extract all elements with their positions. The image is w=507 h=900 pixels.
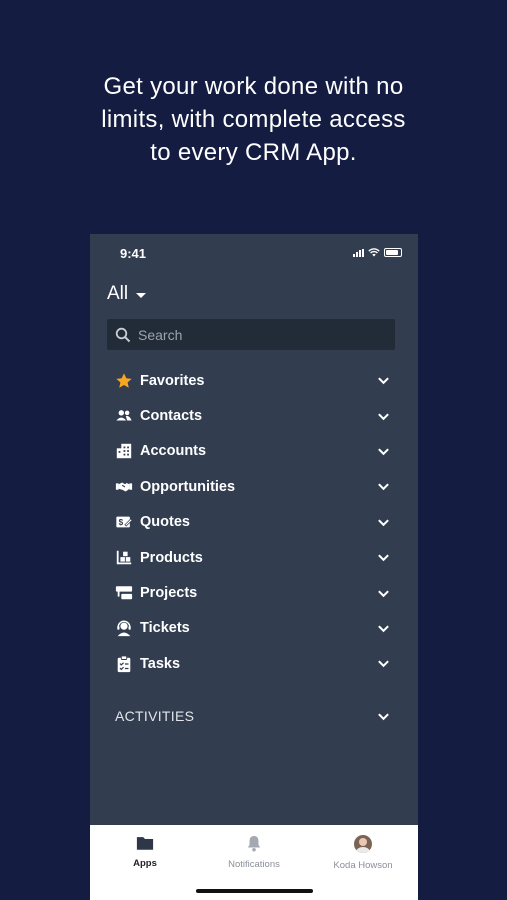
chevron-down-icon[interactable] [377, 445, 390, 458]
products-icon [116, 550, 132, 564]
menu-item-label: Projects [140, 585, 198, 602]
menu-item-label: Accounts [140, 443, 207, 460]
chevron-down-icon[interactable] [377, 657, 390, 670]
menu-item-projects[interactable]: Projects [90, 575, 418, 610]
avatar [354, 835, 372, 853]
menu-item-label: Products [140, 549, 203, 566]
menu-item-label: Contacts [140, 408, 203, 425]
chevron-down-icon[interactable] [377, 710, 390, 723]
tab-apps[interactable]: Apps [90, 835, 200, 869]
handshake-icon [115, 482, 133, 492]
activities-label: ACTIVITIES [115, 708, 195, 724]
status-time: 9:41 [120, 246, 147, 261]
signal-icon [353, 248, 364, 257]
menu-item-label: Tasks [140, 655, 181, 672]
menu-item-contacts[interactable]: Contacts [90, 398, 418, 433]
headline-line-1: Get your work done with no [103, 73, 404, 100]
chevron-down-icon[interactable] [377, 587, 390, 600]
tab-label: Apps [133, 858, 157, 869]
headline: Get your work done with no limits, with … [0, 70, 507, 169]
battery-icon [384, 248, 402, 257]
search-input[interactable] [136, 325, 380, 344]
chevron-down-icon[interactable] [377, 374, 390, 387]
module-menu: Favorites Contacts Accounts Opportunitie… [90, 363, 418, 682]
tab-label: Koda Howson [333, 860, 393, 871]
caret-down-icon [136, 292, 147, 298]
status-icons [353, 248, 402, 257]
status-bar: 9:41 [90, 234, 418, 272]
filter-label: All [107, 283, 129, 304]
home-indicator[interactable] [196, 889, 313, 893]
contacts-icon [116, 410, 132, 421]
search-box[interactable] [107, 319, 395, 350]
headline-line-2: limits, with complete access [101, 106, 406, 133]
headset-icon [117, 620, 131, 637]
bell-icon [247, 835, 261, 852]
wifi-icon [368, 248, 380, 257]
menu-item-products[interactable]: Products [90, 540, 418, 575]
tab-label: Notifications [228, 859, 280, 870]
search-icon [115, 327, 131, 342]
chevron-down-icon[interactable] [377, 410, 390, 423]
menu-item-tickets[interactable]: Tickets [90, 611, 418, 646]
chevron-down-icon[interactable] [377, 622, 390, 635]
menu-item-tasks[interactable]: Tasks [90, 646, 418, 681]
menu-item-label: Favorites [140, 372, 205, 389]
svg-text:$: $ [119, 518, 124, 527]
menu-item-label: Tickets [140, 620, 190, 637]
menu-item-opportunities[interactable]: Opportunities [90, 469, 418, 504]
menu-item-label: Quotes [140, 514, 190, 531]
building-icon [116, 444, 132, 459]
tab-bar: Apps Notifications Koda Howson [90, 825, 418, 900]
chevron-down-icon[interactable] [377, 551, 390, 564]
headline-line-3: to every CRM App. [150, 139, 357, 166]
star-icon [116, 373, 132, 388]
filter-dropdown[interactable]: All [107, 283, 147, 305]
menu-item-favorites[interactable]: Favorites [90, 363, 418, 398]
folder-icon [136, 837, 154, 850]
chevron-down-icon[interactable] [377, 480, 390, 493]
projects-icon [115, 586, 133, 600]
activities-section[interactable]: ACTIVITIES [90, 698, 418, 734]
phone-screen: 9:41 All Favorites [90, 234, 418, 900]
menu-item-quotes[interactable]: $ Quotes [90, 505, 418, 540]
clipboard-icon [117, 655, 131, 672]
menu-item-accounts[interactable]: Accounts [90, 434, 418, 469]
quote-icon: $ [116, 516, 133, 528]
chevron-down-icon[interactable] [377, 516, 390, 529]
tab-profile[interactable]: Koda Howson [308, 835, 418, 871]
tab-notifications[interactable]: Notifications [199, 835, 309, 870]
menu-item-label: Opportunities [140, 478, 236, 495]
